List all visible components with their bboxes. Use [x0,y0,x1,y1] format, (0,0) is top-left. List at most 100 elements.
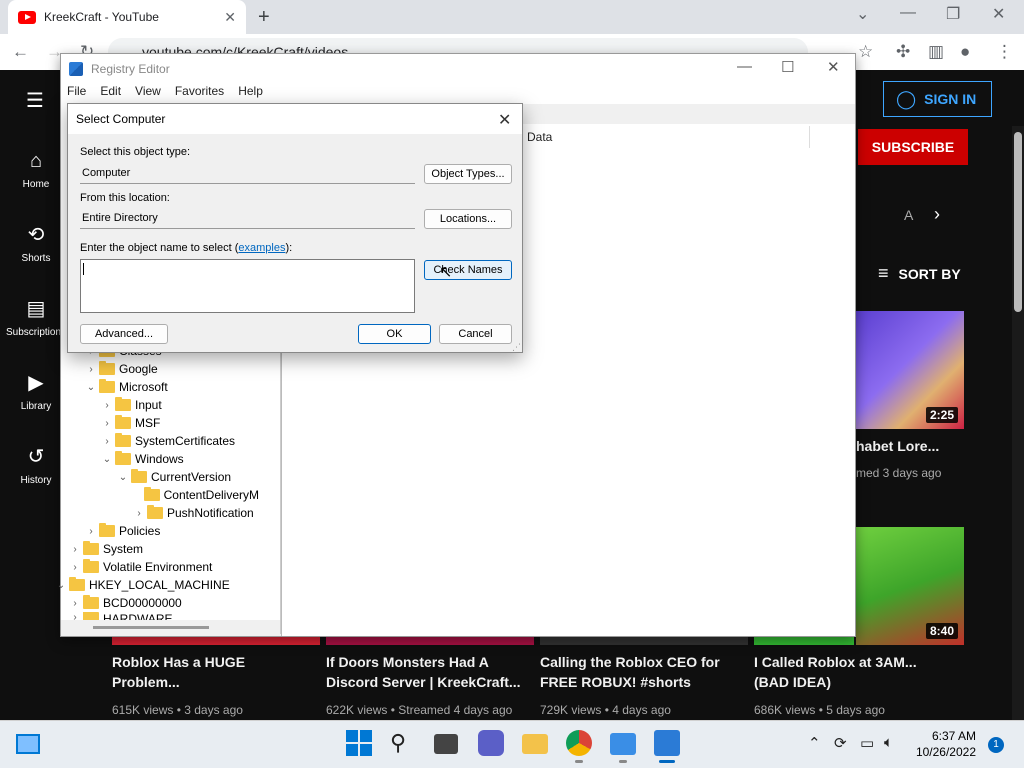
video-thumbnail[interactable] [754,637,854,645]
menu-favorites[interactable]: Favorites [175,84,224,104]
object-name-input[interactable] [80,259,415,313]
column-header-data[interactable]: Data [527,130,552,144]
tree-scroll-thumb[interactable] [93,626,209,629]
chevron-right-icon[interactable]: › [934,204,940,225]
tree-item-systemcertificates[interactable]: › SystemCertificates [101,432,235,450]
expand-chevron-icon[interactable]: › [69,562,81,573]
expand-chevron-icon[interactable]: › [101,436,113,447]
video-title[interactable]: Calling the Roblox CEO for FREE ROBUX! #… [540,652,740,692]
network-icon[interactable]: ▭ [860,734,874,752]
task-view-icon[interactable] [434,734,458,754]
expand-chevron-icon[interactable]: › [69,598,81,609]
tree-item-input[interactable]: › Input [101,396,162,414]
check-names-button[interactable]: Check Names [424,260,512,280]
regedit-close-button[interactable]: ✕ [827,58,840,76]
cancel-button[interactable]: Cancel [439,324,512,344]
hamburger-menu-icon[interactable]: ☰ [26,88,44,113]
video-thumbnail[interactable] [540,637,748,645]
side-panel-icon[interactable]: ▥ [928,42,944,62]
desktop-widget-icon[interactable] [16,734,40,754]
page-scroll-thumb[interactable] [1014,132,1022,312]
tree-item-hkey-local-machine[interactable]: ⌄ HKEY_LOCAL_MACHINE [55,576,230,594]
menu-help[interactable]: Help [238,84,263,104]
resize-grip-icon[interactable]: ⋰ [512,342,521,353]
tree-item-hardware[interactable]: › HARDWARE [69,612,173,620]
dialog-titlebar[interactable]: Select Computer [68,104,522,134]
back-icon[interactable]: ← [12,42,29,62]
sign-in-button[interactable]: ◯ SIGN IN [883,81,992,117]
expand-chevron-icon[interactable]: › [85,364,97,375]
chrome-menu-icon[interactable]: ⋮ [996,42,1013,62]
tree-item-label: MSF [135,416,161,430]
ok-button[interactable]: OK [358,324,431,344]
regedit-minimize-button[interactable]: — [737,58,752,75]
menu-edit[interactable]: Edit [100,84,121,104]
search-icon[interactable]: ⚲ [390,730,416,756]
locations-button[interactable]: Locations... [424,209,512,229]
new-tab-button[interactable]: + [258,6,270,29]
video-title[interactable]: habet Lore... [856,436,939,456]
bookmark-star-icon[interactable]: ☆ [858,42,873,62]
menu-bar: File Edit View Favorites Help [61,84,855,104]
video-thumbnail[interactable] [326,637,534,645]
regedit-maximize-button[interactable]: ☐ [781,58,794,76]
remote-desktop-icon[interactable] [610,733,636,755]
tab-search-icon[interactable]: ⌄ [856,4,869,24]
menu-file[interactable]: File [67,84,86,104]
video-thumbnail[interactable] [112,637,320,645]
examples-link[interactable]: examples [238,242,285,254]
start-icon[interactable] [346,730,372,756]
registry-editor-taskbar-icon[interactable] [654,730,680,756]
video-title[interactable]: If Doors Monsters Had A Discord Server |… [326,652,531,692]
tree-item-contentdelivery[interactable]: ContentDeliveryM [133,486,259,504]
file-explorer-icon[interactable] [522,734,548,754]
tree-item-google[interactable]: › Google [85,360,158,378]
tree-item-volatile-environment[interactable]: › Volatile Environment [69,558,212,576]
subscribe-button[interactable]: SUBSCRIBE [858,129,968,165]
collapse-chevron-icon[interactable]: ⌄ [85,382,97,393]
tree-item-bcd[interactable]: › BCD00000000 [69,594,182,612]
expand-chevron-icon[interactable]: › [133,508,145,519]
maximize-button[interactable]: ❐ [946,4,960,24]
video-thumbnail[interactable]: 8:40 [856,527,964,645]
expand-chevron-icon[interactable]: › [85,526,97,537]
tree-item-microsoft[interactable]: ⌄ Microsoft [85,378,168,396]
sync-icon[interactable]: ⟳ [834,734,847,752]
volume-icon[interactable]: 🔈︎ [884,734,893,751]
tree-item-policies[interactable]: › Policies [85,522,160,540]
advanced-button[interactable]: Advanced... [80,324,168,344]
chrome-icon[interactable] [566,730,592,756]
chat-icon[interactable] [478,730,504,756]
chip-text[interactable]: A [904,207,913,223]
column-divider[interactable] [809,126,810,148]
collapse-chevron-icon[interactable]: ⌄ [101,454,113,465]
browser-tab-youtube[interactable]: KreekCraft - YouTube ✕ [8,0,246,34]
expand-chevron-icon[interactable]: › [69,612,81,620]
extensions-icon[interactable]: ✣ [896,42,910,62]
registry-editor-titlebar[interactable]: Registry Editor [61,54,855,84]
expand-chevron-icon[interactable]: › [69,544,81,555]
video-thumbnail[interactable]: 2:25 [856,311,964,429]
expand-chevron-icon[interactable]: › [101,418,113,429]
tree-item-system[interactable]: › System [69,540,143,558]
sort-by-button[interactable]: ≡ SORT BY [878,263,961,284]
collapse-chevron-icon[interactable]: ⌄ [55,580,67,591]
notification-badge[interactable]: 1 [988,737,1004,753]
collapse-chevron-icon[interactable]: ⌄ [117,472,129,483]
dialog-close-button[interactable]: ✕ [498,110,511,130]
show-hidden-icons-icon[interactable]: ⌃ [808,734,821,752]
minimize-button[interactable]: — [900,4,916,22]
object-types-button[interactable]: Object Types... [424,164,512,184]
browser-close-button[interactable]: ✕ [992,4,1005,24]
video-title[interactable]: Roblox Has a HUGE Problem... [112,652,312,692]
video-title[interactable]: I Called Roblox at 3AM... (BAD IDEA) [754,652,954,692]
tab-close-icon[interactable]: ✕ [224,9,236,26]
profile-icon[interactable]: ● [960,42,970,62]
tree-item-msf[interactable]: › MSF [101,414,160,432]
expand-chevron-icon[interactable]: › [101,400,113,411]
tree-item-currentversion[interactable]: ⌄ CurrentVersion [117,468,231,486]
taskbar-clock[interactable]: 6:37 AM 10/26/2022 [914,728,976,760]
menu-view[interactable]: View [135,84,161,104]
tree-item-windows[interactable]: ⌄ Windows [101,450,184,468]
tree-item-pushnotification[interactable]: › PushNotification [133,504,254,522]
